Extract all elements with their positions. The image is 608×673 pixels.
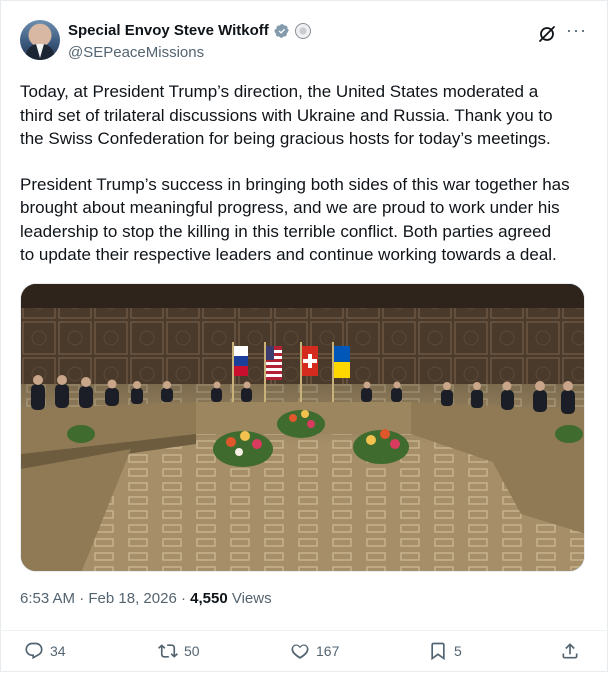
- views-count: 4,550: [190, 590, 228, 607]
- grok-icon[interactable]: [537, 24, 557, 44]
- author-name-row: Special Envoy Steve Witkoff: [68, 22, 311, 39]
- post-text: Today, at President Trump’s direction, t…: [20, 80, 590, 267]
- bookmark-icon: [431, 642, 445, 661]
- bookmark-button[interactable]: 5: [428, 641, 462, 661]
- like-button[interactable]: 167: [290, 641, 339, 661]
- meta-separator: ·: [79, 590, 85, 607]
- post-paragraph: Today, at President Trump’s direction, t…: [20, 82, 553, 148]
- heart-icon: [291, 644, 309, 659]
- post-meta: 6:53 AM · Feb 18, 2026 · 4,550 Views: [20, 590, 272, 607]
- government-seal-icon: [294, 22, 311, 39]
- repost-icon: [158, 644, 178, 658]
- reply-button[interactable]: 34: [24, 641, 66, 661]
- share-icon: [562, 643, 578, 659]
- post-photo[interactable]: [20, 283, 585, 572]
- author-handle[interactable]: @SEPeaceMissions: [68, 44, 204, 61]
- repost-count: 50: [184, 643, 200, 659]
- verified-badge-icon[interactable]: [274, 23, 290, 39]
- reply-icon: [25, 642, 43, 660]
- more-icon[interactable]: ···: [566, 21, 586, 42]
- post-time[interactable]: 6:53 AM: [20, 590, 75, 607]
- post-paragraph: President Trump’s success in bringing bo…: [20, 174, 570, 265]
- repost-button[interactable]: 50: [158, 641, 200, 661]
- views-label: Views: [231, 590, 272, 607]
- bookmark-count: 5: [454, 643, 462, 659]
- like-count: 167: [316, 643, 340, 659]
- action-bar: 34 50 167 5: [0, 630, 608, 673]
- avatar[interactable]: [20, 20, 60, 60]
- meta-separator: ·: [180, 590, 186, 607]
- conference-room-photo: [21, 284, 584, 571]
- reply-count: 34: [50, 643, 66, 659]
- share-button[interactable]: [560, 641, 580, 661]
- display-name[interactable]: Special Envoy Steve Witkoff: [68, 22, 269, 39]
- post-date[interactable]: Feb 18, 2026: [88, 590, 176, 607]
